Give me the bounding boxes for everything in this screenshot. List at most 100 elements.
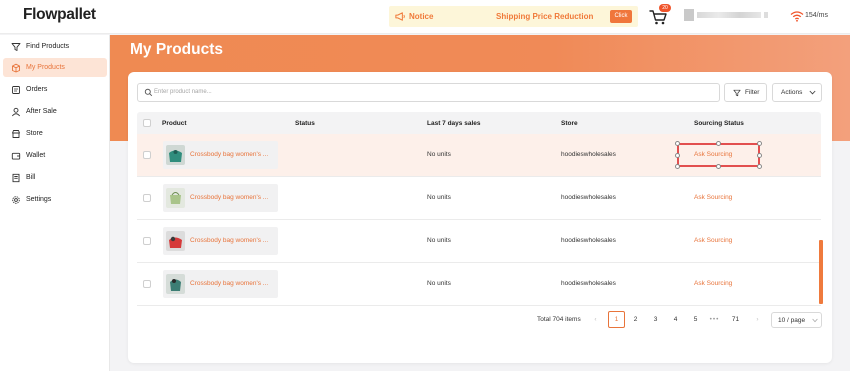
network-speed: 154/ms [805, 12, 828, 19]
product-thumbnail [166, 231, 185, 251]
resize-handle[interactable] [675, 141, 680, 146]
select-all-checkbox[interactable] [143, 119, 151, 127]
product-cell[interactable]: Crossbody bag women's ... [163, 270, 278, 298]
resize-handle[interactable] [716, 141, 721, 146]
page-size-value: 10 / page [778, 317, 806, 324]
sales-cell: No units [427, 194, 451, 201]
resize-handle[interactable] [757, 141, 762, 146]
notice-label: Notice [409, 12, 434, 21]
table-row[interactable]: Crossbody bag women's ... No units hoodi… [137, 220, 821, 263]
resize-handle[interactable] [757, 164, 762, 169]
filter-button[interactable]: Filter [724, 83, 767, 102]
sidebar-item-label: Bill [26, 174, 36, 181]
megaphone-icon [395, 12, 405, 21]
wifi-icon [790, 11, 804, 22]
sidebar-item-store[interactable]: Store [3, 124, 107, 143]
search-icon [144, 88, 153, 97]
table-header: Product Status Last 7 days sales Store S… [137, 112, 821, 134]
row-checkbox[interactable] [143, 237, 151, 245]
column-header-product: Product [162, 120, 187, 127]
row-checkbox[interactable] [143, 151, 151, 159]
top-bar: Flowpallet Notice Shipping Price Reducti… [0, 0, 850, 34]
user-name-redacted [697, 12, 761, 18]
cart-badge: 20 [659, 4, 671, 12]
table-scrollbar[interactable] [819, 240, 823, 304]
product-cell[interactable]: Crossbody bag women's ... [163, 184, 278, 212]
resize-handle[interactable] [757, 153, 762, 158]
sales-cell: No units [427, 237, 451, 244]
filter-icon [11, 43, 21, 51]
search-placeholder: Enter product name... [154, 89, 212, 95]
chevron-down-icon [764, 12, 768, 18]
resize-handle[interactable] [675, 164, 680, 169]
ask-sourcing-link[interactable]: Ask Sourcing [694, 194, 732, 201]
row-checkbox[interactable] [143, 280, 151, 288]
notice-message[interactable]: Shipping Price Reduction [496, 12, 593, 21]
table-row[interactable]: Crossbody bag women's ... No units hoodi… [137, 177, 821, 220]
wallet-icon [11, 152, 21, 160]
user-menu[interactable] [684, 9, 774, 21]
store-icon [12, 130, 20, 138]
search-input[interactable]: Enter product name... [137, 83, 720, 102]
next-page-button[interactable]: › [749, 311, 766, 328]
product-thumbnail [166, 274, 185, 294]
actions-label: Actions [781, 89, 803, 96]
product-name-link[interactable]: Crossbody bag women's ... [190, 280, 268, 287]
product-cell[interactable]: Crossbody bag women's ... [163, 227, 278, 255]
column-header-store: Store [561, 120, 578, 127]
page-button-last[interactable]: 71 [727, 311, 744, 328]
store-cell: hoodieswholesales [561, 194, 616, 201]
logo[interactable]: Flowpallet [23, 6, 96, 24]
page-button-4[interactable]: 4 [667, 311, 684, 328]
store-cell: hoodieswholesales [561, 237, 616, 244]
orders-icon [12, 86, 20, 94]
after-sale-icon [11, 107, 21, 117]
prev-page-button[interactable]: ‹ [587, 311, 604, 328]
filter-label: Filter [745, 89, 760, 96]
notice-click-button[interactable]: Click [610, 10, 632, 23]
sidebar-item-my-products[interactable]: My Products [3, 58, 107, 77]
column-header-sourcing: Sourcing Status [694, 120, 744, 127]
gear-icon [12, 196, 20, 204]
sales-cell: No units [427, 280, 451, 287]
notice-banner[interactable]: Notice Shipping Price Reduction Click [389, 6, 638, 27]
more-pages-button[interactable]: ••• [706, 311, 723, 328]
page-button-5[interactable]: 5 [687, 311, 704, 328]
avatar [684, 9, 694, 21]
table-row[interactable]: Crossbody bag women's ... No units hoodi… [137, 134, 821, 177]
sidebar-item-orders[interactable]: Orders [3, 80, 107, 99]
chevron-down-icon [809, 90, 816, 95]
product-name-link[interactable]: Crossbody bag women's ... [190, 194, 268, 201]
page-size-select[interactable]: 10 / page [771, 312, 822, 328]
ask-sourcing-link[interactable]: Ask Sourcing [694, 237, 732, 244]
store-cell: hoodieswholesales [561, 151, 616, 158]
row-checkbox[interactable] [143, 194, 151, 202]
page-button-2[interactable]: 2 [627, 311, 644, 328]
product-cell[interactable]: Crossbody bag women's ... [163, 141, 278, 169]
page-button-3[interactable]: 3 [647, 311, 664, 328]
filter-icon [733, 89, 741, 97]
sidebar-item-label: Orders [26, 86, 48, 93]
page-button-1[interactable]: 1 [608, 311, 625, 328]
total-items: Total 704 items [537, 316, 581, 323]
product-thumbnail [166, 188, 185, 208]
resize-handle[interactable] [716, 164, 721, 169]
sidebar-item-settings[interactable]: Settings [3, 190, 107, 209]
actions-dropdown[interactable]: Actions [772, 83, 822, 102]
resize-handle[interactable] [675, 153, 680, 158]
store-cell: hoodieswholesales [561, 280, 616, 287]
sidebar-item-after-sale[interactable]: After Sale [3, 102, 107, 121]
table-row[interactable]: Crossbody bag women's ... No units hoodi… [137, 263, 821, 306]
product-thumbnail [166, 145, 185, 165]
sidebar-item-find-products[interactable]: Find Products [3, 37, 107, 56]
bill-icon [12, 173, 20, 183]
sidebar-item-wallet[interactable]: Wallet [3, 146, 107, 165]
sidebar-item-label: Settings [26, 196, 52, 203]
chevron-down-icon [812, 318, 818, 323]
ask-sourcing-link[interactable]: Ask Sourcing [694, 280, 732, 287]
sidebar-item-bill[interactable]: Bill [3, 168, 107, 187]
box-icon [12, 63, 20, 73]
product-name-link[interactable]: Crossbody bag women's ... [190, 151, 268, 158]
product-name-link[interactable]: Crossbody bag women's ... [190, 237, 268, 244]
sales-cell: No units [427, 151, 451, 158]
